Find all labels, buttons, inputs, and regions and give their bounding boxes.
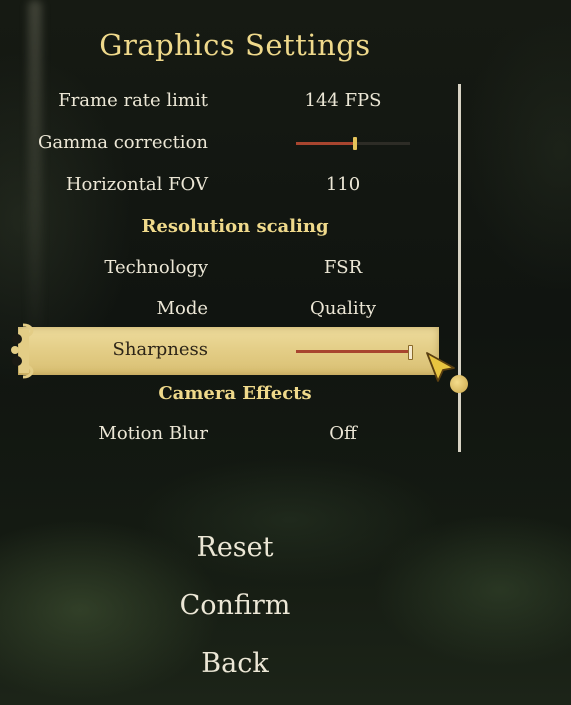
gamma-slider[interactable] — [296, 137, 410, 150]
setting-value[interactable]: 144 FPS — [304, 90, 381, 111]
setting-row-motion-blur[interactable]: Motion Blur Off — [0, 415, 440, 453]
setting-value[interactable]: 110 — [326, 174, 360, 195]
arrow-cursor-icon — [426, 352, 455, 382]
scrollbar-track[interactable] — [458, 84, 461, 452]
setting-label: Mode — [156, 298, 208, 319]
setting-row-gamma[interactable]: Gamma correction — [0, 124, 440, 162]
back-button[interactable]: Back — [0, 648, 470, 679]
setting-value[interactable]: Off — [329, 423, 357, 444]
slider-fill — [296, 350, 410, 353]
setting-row-frame-rate[interactable]: Frame rate limit 144 FPS — [0, 82, 440, 120]
setting-label: Gamma correction — [38, 132, 208, 153]
slider-fill — [296, 142, 356, 145]
reset-button[interactable]: Reset — [0, 532, 470, 563]
sharpness-slider[interactable] — [296, 345, 413, 360]
setting-label: Technology — [104, 257, 208, 278]
setting-label: Motion Blur — [98, 423, 208, 444]
slider-knob[interactable] — [353, 137, 358, 150]
section-heading-resolution: Resolution scaling — [141, 216, 329, 237]
page-title: Graphics Settings — [99, 28, 371, 62]
setting-row-sharpness[interactable]: Sharpness — [18, 327, 439, 375]
setting-value[interactable]: FSR — [324, 257, 362, 278]
setting-label: Sharpness — [112, 339, 208, 360]
scroll-ornament-icon — [11, 323, 34, 379]
setting-row-fov[interactable]: Horizontal FOV 110 — [0, 166, 440, 204]
setting-row-technology[interactable]: Technology FSR — [0, 249, 440, 287]
setting-row-mode[interactable]: Mode Quality — [0, 290, 440, 328]
setting-value[interactable]: Quality — [310, 298, 376, 319]
section-heading-camera: Camera Effects — [158, 383, 312, 404]
setting-label: Horizontal FOV — [65, 174, 208, 195]
slider-knob[interactable] — [408, 345, 413, 360]
setting-label: Frame rate limit — [58, 90, 208, 111]
confirm-button[interactable]: Confirm — [0, 590, 470, 621]
